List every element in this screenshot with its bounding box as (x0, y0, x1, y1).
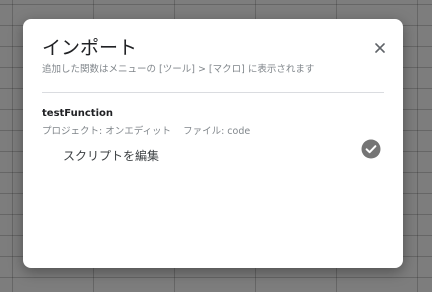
dialog-subtitle: 追加した関数はメニューの [ツール] > [マクロ] に表示されます (42, 64, 315, 75)
check-circle-icon (361, 139, 381, 159)
close-icon (375, 43, 385, 53)
close-button[interactable] (371, 39, 389, 57)
file-label: ファイル: code (183, 126, 251, 137)
project-label: プロジェクト: オンエディット (42, 126, 172, 137)
dialog-title: インポート (42, 37, 138, 59)
edit-script-link[interactable]: スクリプトを編集 (63, 148, 159, 164)
divider (42, 92, 384, 93)
macro-meta: プロジェクト: オンエディット ファイル: code (42, 125, 250, 139)
import-dialog: インポート 追加した関数はメニューの [ツール] > [マクロ] に表示されます… (23, 19, 403, 268)
macro-function-name: testFunction (42, 108, 113, 119)
